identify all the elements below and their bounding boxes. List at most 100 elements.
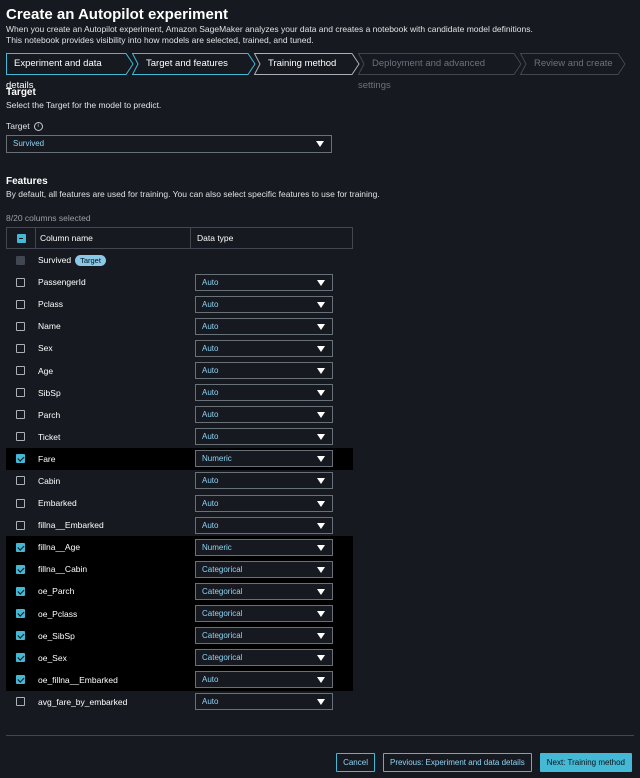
data-type-select[interactable]: Auto <box>195 362 333 380</box>
previous-button[interactable]: Previous: Experiment and data details <box>382 753 532 772</box>
column-name: Age <box>38 365 54 376</box>
row-checkbox[interactable] <box>15 653 25 663</box>
row-checkbox[interactable] <box>15 631 25 641</box>
features-table-body: Survived Target PassengerId Auto Pclass Auto N… <box>6 249 353 713</box>
table-row: oe_Sex Categorical <box>6 646 353 669</box>
column-name: fillna__Age <box>38 542 81 553</box>
table-row: Parch Auto <box>6 404 353 426</box>
data-type-select[interactable]: Numeric <box>195 450 333 468</box>
row-checkbox[interactable] <box>15 564 25 574</box>
data-type-select[interactable]: Auto <box>195 472 333 490</box>
data-type-select[interactable]: Auto <box>195 671 333 689</box>
row-checkbox[interactable] <box>15 277 25 287</box>
row-checkbox[interactable] <box>15 299 25 309</box>
caret-down-icon <box>317 368 325 375</box>
table-row: avg_fare_by_embarked Auto <box>6 691 353 713</box>
cancel-button[interactable]: Cancel <box>336 753 375 772</box>
column-name-cell: oe_SibSp <box>34 631 189 641</box>
row-checkbox[interactable] <box>15 697 25 707</box>
row-checkbox[interactable] <box>15 675 25 685</box>
row-checkbox[interactable] <box>15 542 25 552</box>
column-name: Survived <box>38 255 72 266</box>
table-row: Pclass Auto <box>6 293 353 315</box>
column-name: Name <box>38 321 61 332</box>
column-name-cell: Survived Target <box>34 254 189 266</box>
data-type-value: Auto <box>202 476 219 486</box>
data-type-select[interactable]: Categorical <box>195 605 333 623</box>
row-checkbox[interactable] <box>15 343 25 353</box>
data-type-value: Auto <box>202 520 219 530</box>
row-checkbox[interactable] <box>15 388 25 398</box>
select-all-cell <box>7 233 35 243</box>
table-row: oe_Parch Categorical <box>6 580 353 603</box>
column-name-cell: Age <box>34 366 189 376</box>
table-row: Survived Target <box>6 249 353 271</box>
data-type-select[interactable]: Categorical <box>195 649 333 667</box>
data-type-select[interactable]: Auto <box>195 516 333 534</box>
row-checkbox[interactable] <box>15 410 25 420</box>
column-name: oe_fillna__Embarked <box>38 674 118 685</box>
info-icon[interactable]: i <box>33 121 43 131</box>
target-badge: Target <box>75 254 106 266</box>
row-checkbox[interactable] <box>15 609 25 619</box>
table-row: Sex Auto <box>6 337 353 359</box>
wizard-step-2[interactable]: Target and features <box>132 53 256 75</box>
data-type-select[interactable]: Auto <box>195 339 333 357</box>
page-description-line-1: When you create an Autopilot experiment,… <box>6 24 533 34</box>
table-row: SibSp Auto <box>6 382 353 404</box>
row-checkbox[interactable] <box>15 454 25 464</box>
table-row: fillna__Age Numeric <box>6 536 353 559</box>
caret-down-icon <box>317 611 325 618</box>
caret-down-icon <box>317 323 325 330</box>
table-row: oe_Pclass Categorical <box>6 602 353 625</box>
column-name: Pclass <box>38 299 64 310</box>
row-checkbox-cell <box>6 520 34 530</box>
next-button[interactable]: Next: Training method <box>539 753 632 772</box>
data-type-select[interactable]: Categorical <box>195 582 333 600</box>
row-checkbox[interactable] <box>15 432 25 442</box>
row-checkbox-cell <box>6 476 34 486</box>
column-name-cell: Cabin <box>34 476 189 486</box>
data-type-value: Categorical <box>202 653 243 663</box>
row-checkbox-cell <box>6 388 34 398</box>
column-name: oe_Sex <box>38 652 67 663</box>
data-type-select[interactable]: Auto <box>195 406 333 424</box>
column-name-cell: fillna__Cabin <box>34 564 189 574</box>
row-checkbox-cell <box>6 277 34 287</box>
data-type-select[interactable]: Auto <box>195 295 333 313</box>
data-type-select[interactable]: Numeric <box>195 538 333 556</box>
data-type-select[interactable]: Auto <box>195 384 333 402</box>
data-type-select[interactable]: Auto <box>195 317 333 335</box>
wizard-step-3[interactable]: Training method <box>254 53 360 75</box>
target-select-value: Survived <box>13 139 45 148</box>
row-checkbox[interactable] <box>15 520 25 530</box>
data-type-select[interactable]: Auto <box>195 273 333 291</box>
data-type-header: Data type <box>190 228 233 248</box>
table-row: fillna__Cabin Categorical <box>6 558 353 581</box>
wizard-step-5: Review and create <box>520 53 626 75</box>
data-type-select[interactable]: Auto <box>195 494 333 512</box>
row-checkbox-cell <box>6 697 34 707</box>
data-type-select[interactable]: Categorical <box>195 560 333 578</box>
row-checkbox[interactable] <box>15 586 25 596</box>
row-checkbox-cell <box>6 410 34 420</box>
column-name-cell: Sex <box>34 343 189 353</box>
caret-down-icon <box>317 390 325 397</box>
row-checkbox-cell <box>6 454 34 464</box>
caret-down-icon <box>317 279 325 286</box>
caret-down-icon <box>317 500 325 507</box>
row-checkbox[interactable] <box>15 498 25 508</box>
caret-down-icon <box>317 434 325 441</box>
wizard-step-1[interactable]: Experiment and data details <box>6 53 134 91</box>
data-type-select[interactable]: Auto <box>195 693 333 711</box>
target-select[interactable]: Survived <box>6 135 332 153</box>
table-row: Embarked Auto <box>6 492 353 514</box>
caret-down-icon <box>317 588 325 595</box>
data-type-select[interactable]: Categorical <box>195 627 333 645</box>
row-checkbox[interactable] <box>15 321 25 331</box>
row-checkbox[interactable] <box>15 476 25 486</box>
row-checkbox-cell <box>6 299 34 309</box>
data-type-select[interactable]: Auto <box>195 428 333 446</box>
row-checkbox[interactable] <box>15 366 25 376</box>
select-all-checkbox[interactable] <box>16 233 26 243</box>
